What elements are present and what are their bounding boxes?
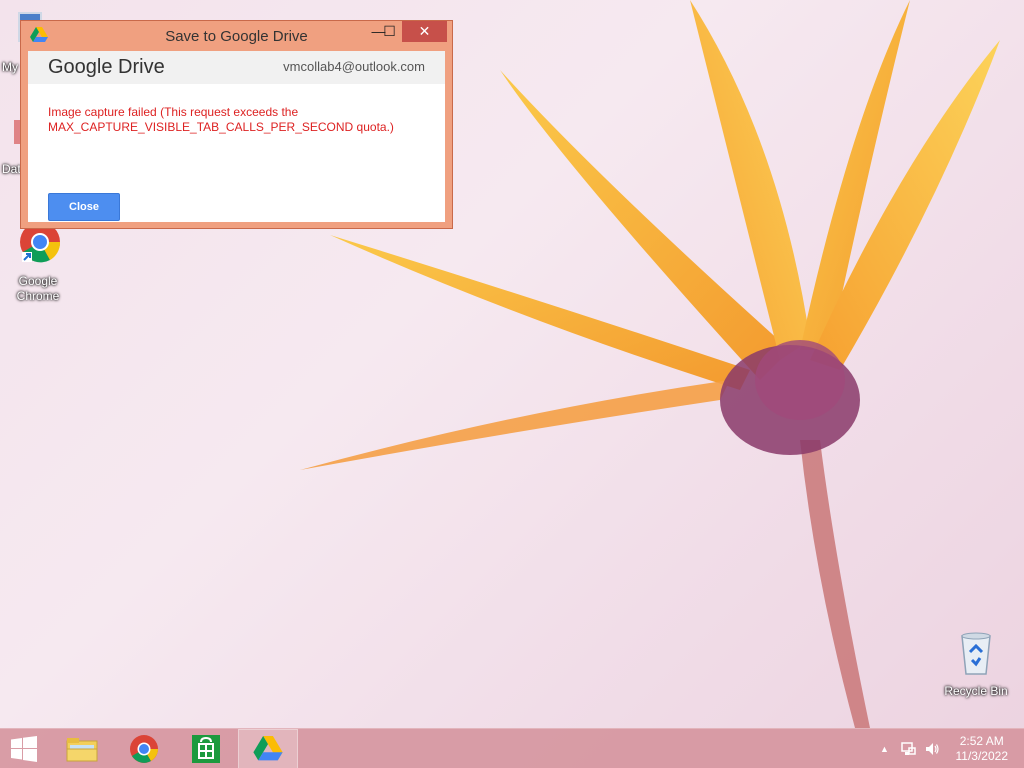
desktop-icon-label: Dat (2, 162, 21, 176)
drive-header: Google Drive vmcollab4@outlook.com (28, 51, 445, 84)
desktop-icon-label: Chrome (16, 289, 60, 303)
clock[interactable]: 2:52 AM 11/3/2022 (956, 734, 1009, 764)
network-icon[interactable] (900, 741, 916, 757)
taskbar: ▲ 2:52 AM 11/3/2022 (0, 728, 1024, 768)
close-window-button[interactable]: ✕ (402, 21, 447, 42)
folder-icon (66, 738, 98, 762)
show-hidden-icons-chevron-icon[interactable]: ▲ (880, 744, 889, 754)
taskbar-chrome[interactable] (114, 729, 174, 768)
chrome-icon (130, 735, 158, 763)
desktop-icon-label: Recycle Bin (944, 684, 1008, 698)
account-email: vmcollab4@outlook.com (283, 59, 425, 74)
clock-date: 11/3/2022 (955, 749, 1009, 763)
clock-time: 2:52 AM (959, 734, 1004, 748)
desktop-icon-label: Google (18, 274, 58, 288)
start-button[interactable] (0, 729, 48, 768)
save-to-google-drive-dialog: Save to Google Drive — ☐ ✕ Google Drive … (20, 20, 453, 229)
error-line-2: MAX_CAPTURE_VISIBLE_TAB_CALLS_PER_SECOND… (48, 120, 394, 134)
drive-app-name: Google Drive (48, 56, 165, 78)
desktop-icon-label: My (2, 60, 18, 74)
error-message: Image capture failed (This request excee… (48, 105, 438, 135)
windows-logo-icon (11, 736, 37, 762)
taskbar-store[interactable] (176, 729, 236, 768)
taskbar-google-drive[interactable] (238, 729, 298, 768)
dialog-titlebar[interactable]: Save to Google Drive — ☐ ✕ (21, 21, 452, 51)
speaker-volume-icon[interactable] (924, 741, 940, 757)
store-icon (192, 735, 220, 763)
taskbar-file-explorer[interactable] (52, 729, 112, 768)
desktop-icon-google-chrome[interactable]: Google Chrome (6, 220, 70, 304)
desktop-icon-recycle-bin[interactable]: Recycle Bin (940, 630, 1012, 699)
google-drive-icon (253, 736, 283, 761)
system-tray: ▲ 2:52 AM 11/3/2022 (864, 729, 1024, 768)
dialog-content: Google Drive vmcollab4@outlook.com Image… (28, 51, 445, 222)
error-line-1: Image capture failed (This request excee… (48, 105, 299, 119)
recycle-bin-icon (961, 632, 991, 675)
maximize-button[interactable]: ☐ (376, 21, 403, 42)
close-button[interactable]: Close (48, 193, 120, 221)
